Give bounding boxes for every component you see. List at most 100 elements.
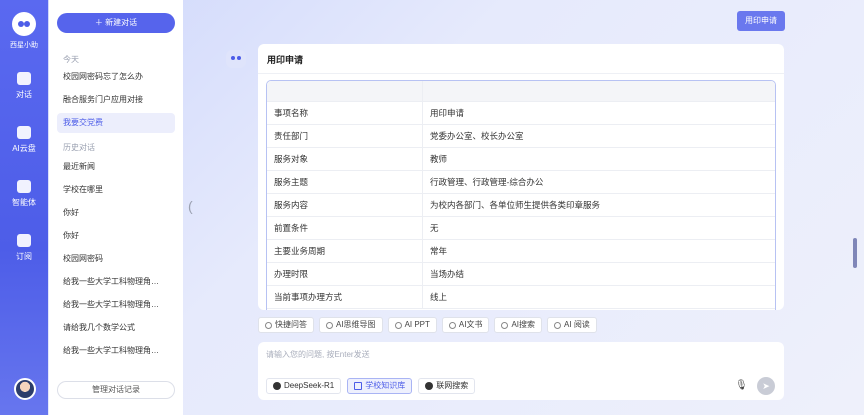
history-item-active[interactable]: 我要交党费: [57, 113, 175, 133]
row-value: 为校内各部门、各单位师生提供各类印章服务: [430, 200, 601, 210]
tool-label: AI 阅读: [564, 320, 590, 329]
history-item[interactable]: 给我一些大学工科物理角…: [57, 272, 175, 292]
history-item[interactable]: 你好: [57, 203, 175, 223]
shuffle-icon: [265, 321, 272, 329]
row-value: 线上: [430, 292, 448, 302]
ai-read-button[interactable]: AI 阅读: [547, 317, 597, 333]
rail-item-label: 订阅: [16, 252, 32, 261]
plus-circle-icon: [554, 321, 562, 329]
rail-item-label: 对话: [16, 90, 32, 99]
rail-item-label: 智能体: [12, 198, 36, 207]
left-rail: 西星小助 对话 AI云盘 智能体 订阅: [0, 0, 48, 415]
option-chips: DeepSeek-R1 学校知识库 联网搜索: [266, 378, 476, 394]
history-item[interactable]: 融合服务门户应用对接: [57, 90, 175, 110]
history-item[interactable]: 校园网密码: [57, 249, 175, 269]
table-header-row: [267, 81, 775, 102]
mindmap-button[interactable]: AI思维导图: [319, 317, 383, 333]
history-item[interactable]: 给我一些大学工科物理角…: [57, 341, 175, 361]
history-item[interactable]: 你好: [57, 226, 175, 246]
user-avatar[interactable]: [14, 378, 36, 400]
tool-label: 快捷问答: [275, 320, 307, 329]
bookmark-icon: [17, 234, 31, 247]
chip-label: 联网搜索: [436, 381, 469, 390]
row-value: 用印申请: [430, 108, 465, 118]
table-row: 服务对象 教师: [267, 148, 775, 171]
plus-circle-icon: [394, 321, 402, 329]
row-key: 责任部门: [267, 125, 423, 147]
rail-item-agent[interactable]: 智能体: [0, 180, 48, 208]
plus-circle-icon: [501, 321, 509, 329]
plus-circle-icon: [448, 321, 456, 329]
row-key: 服务对象: [267, 148, 423, 170]
bot-eye: [237, 56, 241, 60]
model-chip-deepseek[interactable]: DeepSeek-R1: [266, 378, 342, 394]
history-item[interactable]: 最近新闻: [57, 157, 175, 177]
row-key: 前置条件: [267, 217, 423, 239]
chat-sidebar: ＋ 新建对话 今天 校园网密码忘了怎么办 融合服务门户应用对接 我要交党费 历史…: [49, 0, 183, 415]
row-value: 党委办公室、校长办公室: [430, 131, 524, 141]
chat-icon: [17, 72, 31, 85]
logo-eye: [24, 21, 30, 27]
web-search-chip[interactable]: 联网搜索: [418, 378, 476, 394]
history-item[interactable]: 请给我几个数学公式: [57, 318, 175, 338]
row-value: 行政管理、行政管理-综合办公: [430, 177, 544, 187]
chip-label: DeepSeek-R1: [284, 381, 335, 390]
info-table: 事项名称 用印申请 责任部门 党委办公室、校长办公室 服务对象 教师 服务主题 行政管理…: [266, 80, 776, 310]
card-divider: [258, 73, 784, 74]
rail-item-label: AI云盘: [12, 144, 36, 153]
history-item[interactable]: 给我一些大学工科物理角…: [57, 295, 175, 315]
page-scrollbar[interactable]: [853, 238, 857, 268]
send-button[interactable]: ➤: [757, 377, 775, 395]
app-logo-icon[interactable]: [12, 12, 36, 36]
chip-label: 学校知识库: [365, 381, 406, 390]
row-key: 办理时限: [267, 263, 423, 285]
manage-history-button[interactable]: 管理对话记录: [57, 381, 175, 399]
quick-qa-button[interactable]: 快捷问答: [258, 317, 314, 333]
tool-bar: 快捷问答 AI思维导图 AI PPT AI文书 AI搜索 AI 阅读: [258, 317, 597, 333]
tool-label: AI搜索: [511, 320, 536, 329]
rail-item-subscribe[interactable]: 订阅: [0, 234, 48, 262]
tool-label: AI PPT: [404, 320, 430, 329]
app-name: 西星小助: [10, 42, 38, 49]
tool-label: AI思维导图: [336, 320, 376, 329]
message-input[interactable]: 请输入您的问题, 按Enter发送: [266, 349, 370, 360]
answer-card: 用印申请 事项名称 用印申请 责任部门 党委办公室、校长办公室 服务对象 教师 服务主…: [258, 44, 784, 310]
seal-apply-button[interactable]: 用印申请: [737, 11, 785, 31]
plus-circle-icon: [326, 321, 333, 329]
row-value: 无: [430, 223, 439, 233]
cloud-disk-icon: [17, 126, 31, 139]
globe-icon: [425, 382, 434, 390]
section-label-history: 历史对话: [63, 143, 95, 152]
new-chat-button[interactable]: ＋ 新建对话: [57, 13, 175, 33]
history-item[interactable]: 学校在哪里: [57, 180, 175, 200]
table-row: 办理时限 当场办结: [267, 263, 775, 286]
table-row: 事项名称 用印申请: [267, 102, 775, 125]
bot-eye: [231, 56, 235, 60]
message-input-box[interactable]: 请输入您的问题, 按Enter发送 DeepSeek-R1 学校知识库 联网搜索…: [258, 342, 784, 400]
agent-grid-icon: [17, 180, 31, 193]
bot-avatar-icon: [226, 50, 246, 68]
section-label-today: 今天: [63, 55, 79, 64]
collapse-sidebar-handle[interactable]: (: [188, 198, 193, 214]
row-key: 服务内容: [267, 194, 423, 216]
table-row: 当前事项办理方式 线上: [267, 286, 775, 309]
knowledge-base-chip[interactable]: 学校知识库: [347, 378, 413, 394]
document-icon: [354, 382, 363, 390]
row-value: 常年: [430, 246, 448, 256]
table-row: 服务内容 为校内各部门、各单位师生提供各类印章服务: [267, 194, 775, 217]
rail-item-chat[interactable]: 对话: [0, 72, 48, 100]
row-value: 当场办结: [430, 269, 465, 279]
row-value: 教师: [430, 154, 448, 164]
microphone-icon[interactable]: 🎙: [735, 380, 748, 391]
row-key: 主要业务周期: [267, 240, 423, 262]
tool-label: AI文书: [458, 320, 483, 329]
ai-search-button[interactable]: AI搜索: [494, 317, 543, 333]
row-key: 事项名称: [267, 102, 423, 124]
rail-item-cloud[interactable]: AI云盘: [0, 126, 48, 154]
row-key: 服务主题: [267, 171, 423, 193]
ppt-button[interactable]: AI PPT: [387, 317, 437, 333]
table-row: 服务主题 行政管理、行政管理-综合办公: [267, 171, 775, 194]
card-title: 用印申请: [267, 55, 304, 65]
history-item[interactable]: 校园网密码忘了怎么办: [57, 67, 175, 87]
doc-button[interactable]: AI文书: [441, 317, 490, 333]
